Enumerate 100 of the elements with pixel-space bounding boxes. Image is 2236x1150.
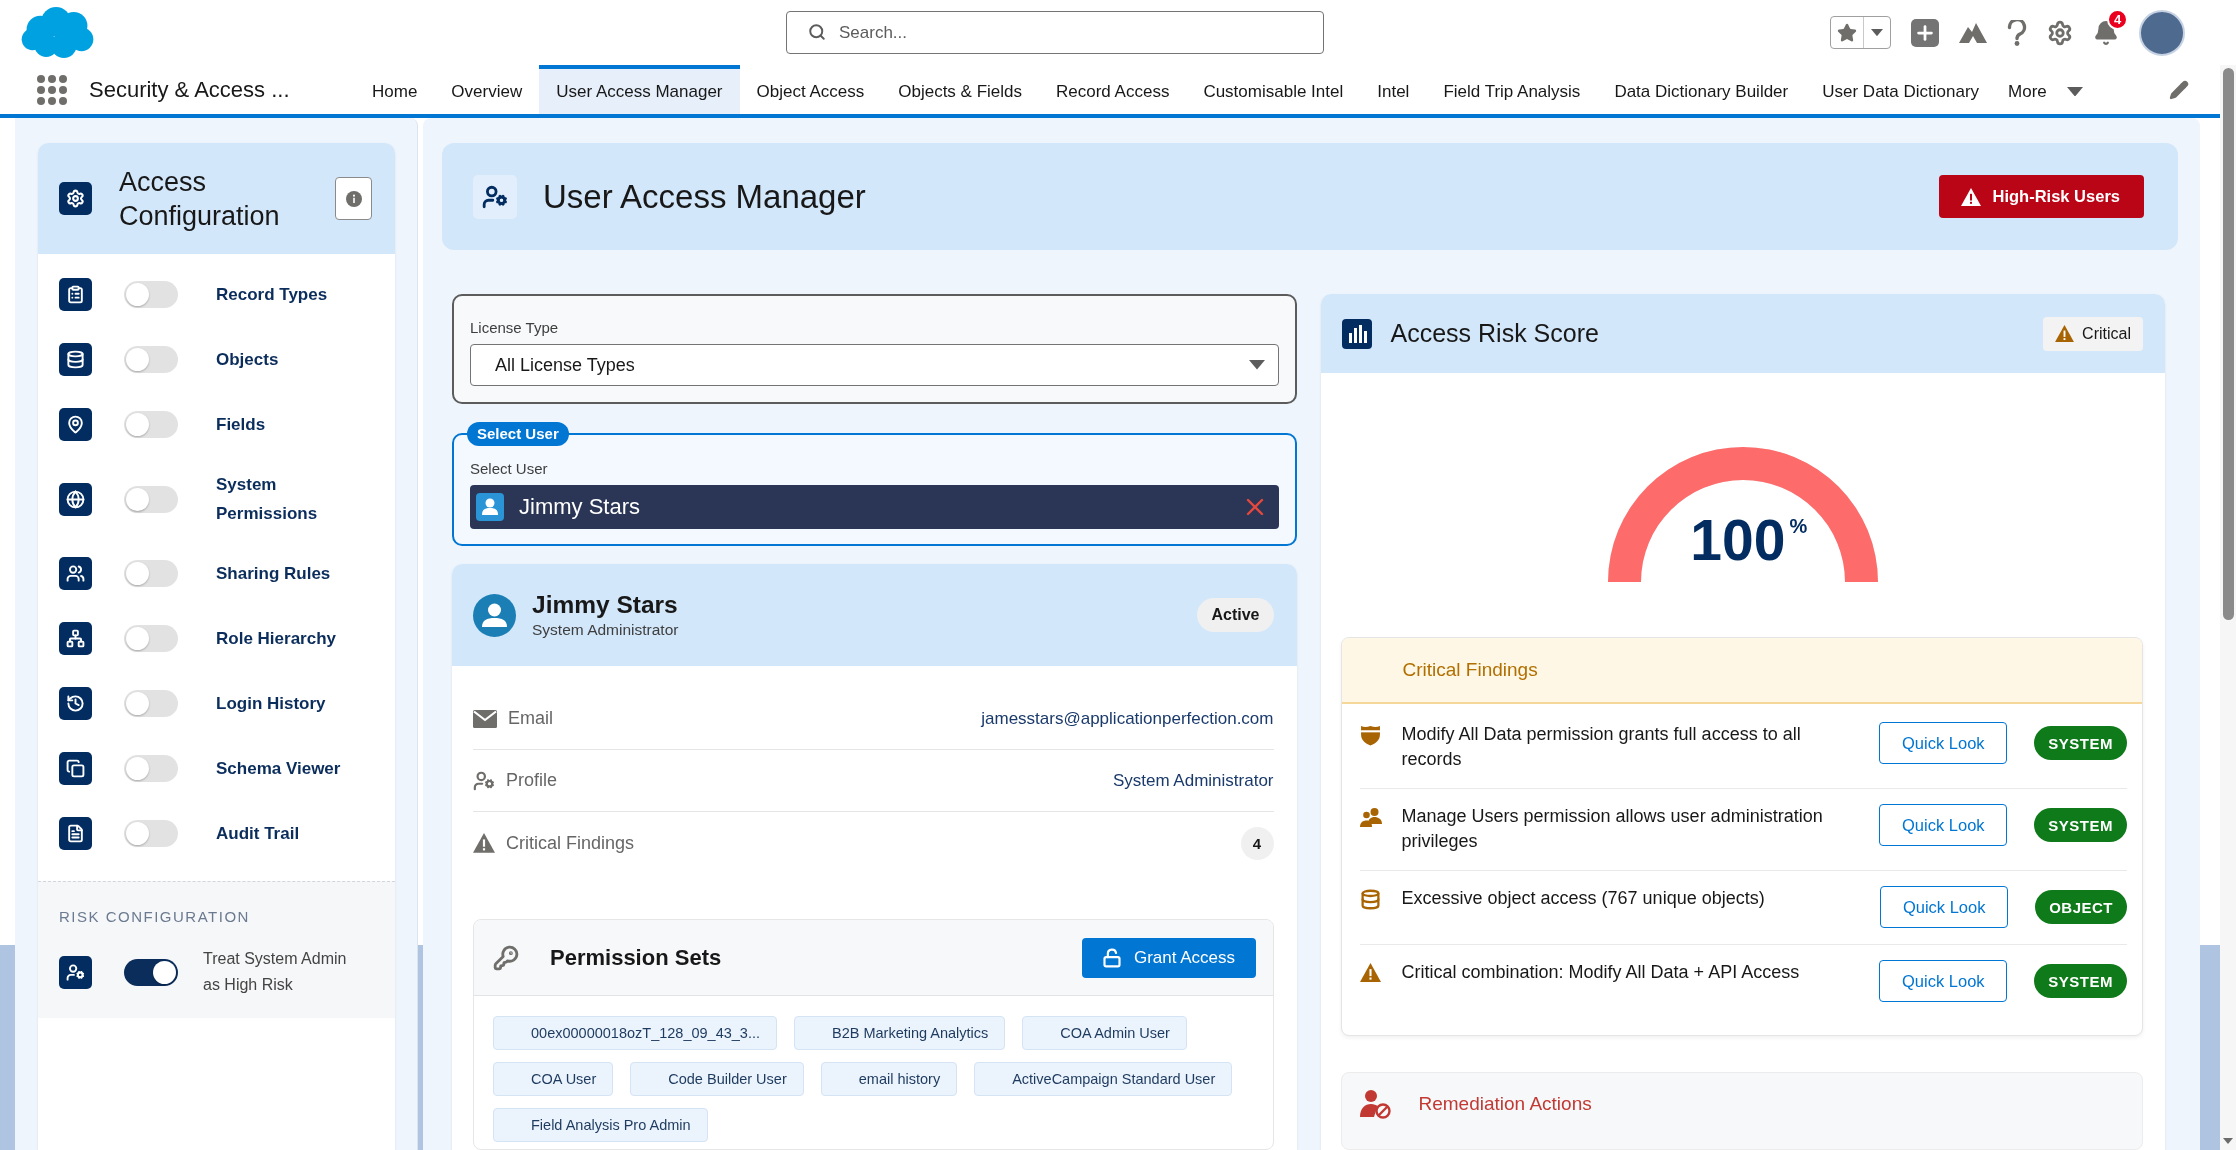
history-icon — [59, 687, 92, 720]
nav-tab[interactable]: Record Access — [1039, 65, 1187, 114]
finding-text: Manage Users permission allows user administration privileges — [1401, 805, 1824, 853]
database-icon — [1360, 889, 1381, 910]
app-launcher-icon[interactable] — [37, 74, 67, 105]
toggle-switch[interactable] — [124, 625, 178, 652]
category-badge: OBJECT — [2035, 890, 2127, 924]
user-gear-icon — [59, 955, 92, 989]
database-icon — [59, 343, 92, 376]
license-type-select[interactable]: All License Types — [470, 344, 1279, 386]
category-badge: SYSTEM — [2034, 964, 2127, 998]
nav-tab[interactable]: Field Trip Analysis — [1426, 65, 1598, 114]
toggle-label: Objects — [216, 349, 279, 371]
nav-tab[interactable]: User Data Dictionary — [1805, 65, 1997, 114]
toggle-switch[interactable] — [124, 755, 178, 782]
category-badge: SYSTEM — [2034, 726, 2127, 760]
nav-tab[interactable]: Data Dictionary Builder — [1597, 65, 1806, 114]
quick-look-button[interactable]: Quick Look — [1879, 960, 2008, 1002]
permission-set-chip: COA User — [493, 1062, 614, 1096]
field-label: Select User — [470, 459, 549, 479]
toggle-switch[interactable] — [124, 281, 178, 308]
score-value: 100 — [1690, 512, 1786, 569]
toggle-label: Login History — [216, 693, 326, 715]
findings-title: Critical Findings — [1402, 659, 1538, 681]
avatar[interactable] — [2139, 9, 2185, 56]
scrollbar-thumb[interactable] — [2222, 68, 2234, 620]
toggle-switch[interactable] — [124, 820, 178, 847]
quick-look-button[interactable]: Quick Look — [1879, 804, 2008, 846]
close-icon[interactable] — [1245, 498, 1264, 516]
quick-look-button[interactable]: Quick Look — [1880, 886, 2009, 928]
detail-value: jamesstars@applicationperfection.com — [981, 708, 1274, 729]
down-arrow-icon[interactable] — [2223, 1138, 2233, 1144]
people-icon — [59, 557, 92, 590]
nav-tab[interactable]: Object Access — [739, 65, 882, 114]
favorites-button[interactable] — [1830, 16, 1891, 49]
toggle-switch[interactable] — [124, 346, 178, 373]
avatar-icon — [473, 593, 516, 637]
globe-icon — [59, 482, 92, 516]
count-badge: 4 — [1240, 826, 1274, 860]
card-title: Access Configuration — [119, 165, 281, 233]
user-lookup-field[interactable]: Jimmy Stars — [470, 485, 1279, 529]
nav-tab[interactable]: Overview — [434, 65, 540, 114]
user-icon — [476, 493, 504, 521]
quick-look-button[interactable]: Quick Look — [1879, 722, 2008, 764]
caret-icon — [2066, 86, 2083, 97]
nav-tab[interactable]: Intel — [1360, 65, 1427, 114]
toggle-switch[interactable] — [124, 560, 178, 587]
section-title: Permission Sets — [550, 944, 722, 971]
toggle-switch[interactable] — [124, 411, 178, 438]
card-title: Access Risk Score — [1390, 319, 1599, 348]
permission-set-chip: 00ex00000018ozT_128_09_43_3... — [493, 1016, 777, 1050]
help-icon[interactable] — [2007, 19, 2027, 46]
nav-tab[interactable]: Home — [355, 65, 435, 114]
finding-text: Modify All Data permission grants full access to all records — [1401, 723, 1802, 771]
toggle-label: Audit Trail — [216, 823, 300, 845]
plus-icon[interactable] — [1911, 18, 1939, 47]
map-pin-icon — [59, 408, 92, 441]
finding-text: Critical combination: Modify All Data + API Access — [1401, 961, 1801, 984]
toggle-switch[interactable] — [124, 958, 178, 986]
document-icon — [59, 817, 92, 850]
toggle-switch[interactable] — [124, 485, 178, 513]
finding-text: Excessive object access (767 unique objects) — [1401, 887, 1766, 910]
warning-icon — [2055, 324, 2075, 343]
caret-icon — [1248, 360, 1265, 370]
nav-tab[interactable]: User Access Manager — [539, 65, 740, 114]
info-button[interactable] — [335, 177, 372, 220]
pencil-icon[interactable] — [2169, 79, 2189, 100]
toggle-label: Treat System Admin as High Risk — [203, 949, 348, 995]
severity-label: Critical — [2082, 324, 2131, 343]
clipboard-icon — [59, 278, 92, 311]
permission-set-chip: email history — [820, 1062, 958, 1096]
settings-icon[interactable] — [2047, 19, 2073, 46]
grant-access-button[interactable]: Grant Access — [1081, 937, 1256, 978]
user-name: Jimmy Stars — [532, 590, 679, 620]
high-risk-users-button[interactable]: High-Risk Users — [1938, 175, 2144, 218]
lock-icon — [1101, 947, 1122, 968]
user-gear-icon — [473, 174, 517, 219]
mail-icon — [473, 709, 497, 728]
detail-value: System Administrator — [1112, 770, 1274, 791]
bar-chart-icon — [1341, 318, 1372, 349]
nav-tab[interactable]: Objects & Fields — [881, 65, 1039, 114]
caret-icon — [1871, 28, 1883, 37]
toggle-switch[interactable] — [124, 690, 178, 717]
copy-icon — [59, 752, 92, 785]
permission-set-chip: ActiveCampaign Standard User — [974, 1062, 1233, 1096]
permission-set-chip: B2B Marketing Analytics — [794, 1016, 1006, 1050]
search-field[interactable]: Search... — [786, 11, 1324, 54]
more-tab[interactable]: More — [1996, 65, 2095, 114]
info-icon — [345, 190, 362, 207]
user-gear-icon — [473, 769, 495, 792]
toggle-label: Record Types — [216, 284, 328, 306]
detail-label: Critical Findings — [506, 832, 635, 854]
toggle-label: Schema Viewer — [216, 758, 341, 780]
warning-icon — [473, 833, 495, 853]
warning-icon — [1960, 187, 1981, 206]
section-heading: RISK CONFIGURATION — [59, 907, 251, 927]
nav-tab[interactable]: Customisable Intel — [1186, 65, 1361, 114]
permission-set-chip: Code Builder User — [630, 1062, 804, 1096]
app-name: Security & Access ... — [89, 76, 291, 103]
star-icon — [1837, 22, 1857, 43]
